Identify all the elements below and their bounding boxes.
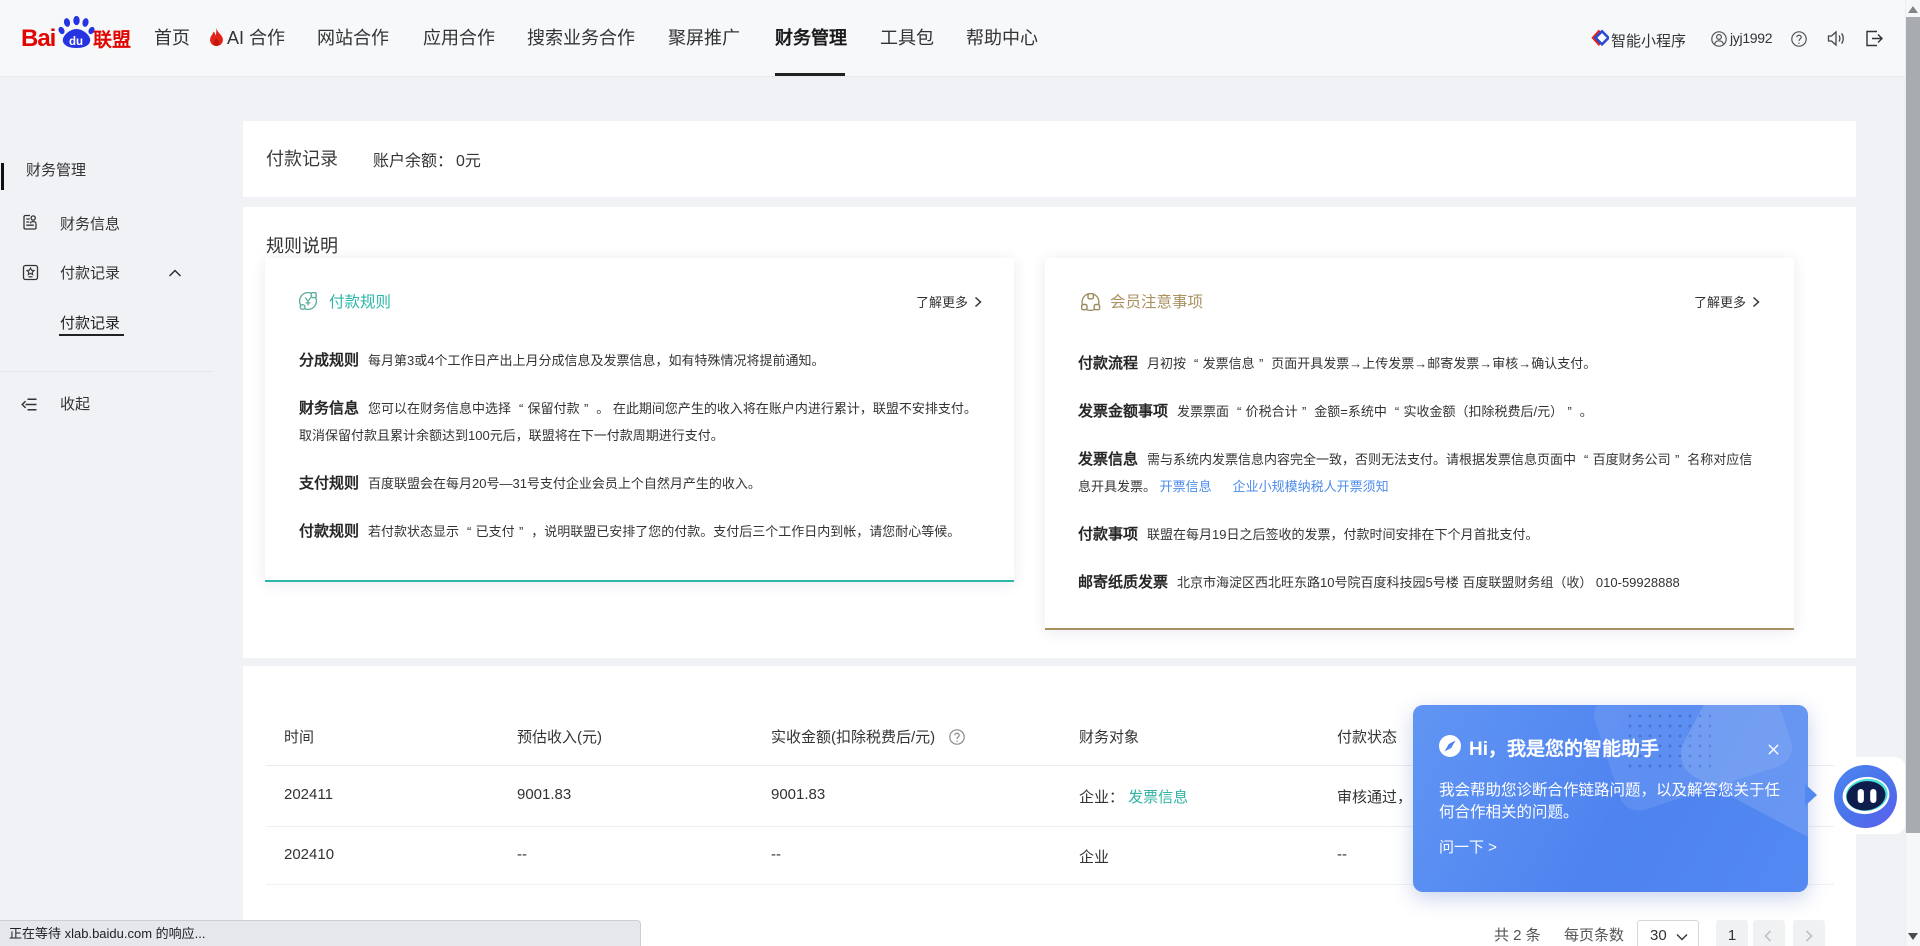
svg-text:联盟: 联盟 xyxy=(93,29,131,51)
svg-text:Bai: Bai xyxy=(21,25,55,52)
svg-text:du: du xyxy=(69,36,83,48)
